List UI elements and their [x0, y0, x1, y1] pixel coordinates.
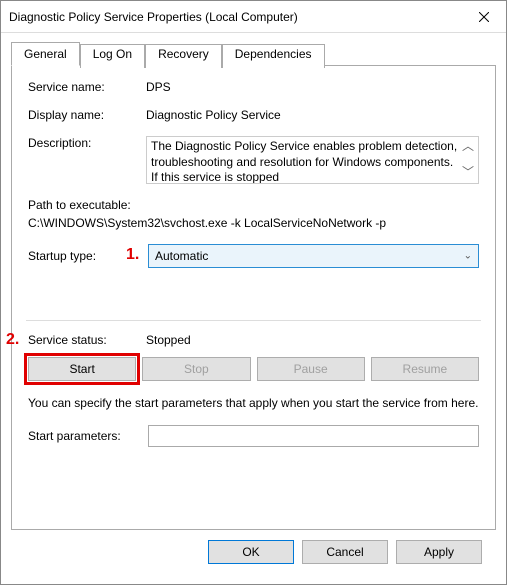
- close-icon: [479, 12, 489, 22]
- display-name-label: Display name:: [28, 108, 146, 122]
- chevron-up-icon[interactable]: ︿: [462, 139, 474, 155]
- apply-button[interactable]: Apply: [396, 540, 482, 564]
- description-text: The Diagnostic Policy Service enables pr…: [151, 139, 457, 184]
- service-name-label: Service name:: [28, 80, 146, 94]
- startup-type-value: Automatic: [155, 249, 208, 263]
- service-status-label: Service status:: [28, 333, 146, 347]
- start-parameters-label: Start parameters:: [28, 429, 148, 443]
- description-label: Description:: [28, 136, 146, 150]
- start-button[interactable]: Start: [28, 357, 136, 381]
- description-scrollbar[interactable]: ︿ ﹀: [460, 137, 476, 183]
- window-title: Diagnostic Policy Service Properties (Lo…: [9, 10, 461, 24]
- ok-button[interactable]: OK: [208, 540, 294, 564]
- properties-dialog: Diagnostic Policy Service Properties (Lo…: [0, 0, 507, 585]
- path-value: C:\WINDOWS\System32\svchost.exe -k Local…: [28, 216, 479, 230]
- chevron-down-icon: ⌄: [464, 251, 472, 262]
- tab-strip: General Log On Recovery Dependencies: [11, 42, 496, 66]
- pause-button: Pause: [257, 357, 365, 381]
- close-button[interactable]: [461, 1, 506, 33]
- annotation-2: 2.: [6, 331, 19, 349]
- startup-type-label: Startup type:: [28, 249, 126, 263]
- titlebar: Diagnostic Policy Service Properties (Lo…: [1, 1, 506, 33]
- path-label: Path to executable:: [28, 198, 479, 212]
- display-name-value: Diagnostic Policy Service: [146, 108, 479, 122]
- tab-panel-general: Service name: DPS Display name: Diagnost…: [11, 65, 496, 530]
- dialog-body: General Log On Recovery Dependencies Ser…: [1, 33, 506, 584]
- service-name-value: DPS: [146, 80, 479, 94]
- start-hint: You can specify the start parameters tha…: [28, 395, 479, 411]
- tab-logon[interactable]: Log On: [80, 44, 145, 68]
- cancel-button[interactable]: Cancel: [302, 540, 388, 564]
- service-status-value: Stopped: [146, 333, 191, 347]
- stop-button: Stop: [142, 357, 250, 381]
- dialog-button-row: OK Cancel Apply: [11, 530, 496, 574]
- tab-dependencies[interactable]: Dependencies: [222, 44, 325, 68]
- startup-type-select[interactable]: Automatic ⌄: [148, 244, 479, 268]
- description-textbox[interactable]: The Diagnostic Policy Service enables pr…: [146, 136, 479, 184]
- start-parameters-input[interactable]: [148, 425, 479, 447]
- chevron-down-icon[interactable]: ﹀: [462, 165, 474, 181]
- divider: [26, 320, 481, 321]
- tab-general[interactable]: General: [11, 42, 80, 66]
- tab-recovery[interactable]: Recovery: [145, 44, 222, 68]
- resume-button: Resume: [371, 357, 479, 381]
- annotation-1: 1.: [126, 246, 139, 264]
